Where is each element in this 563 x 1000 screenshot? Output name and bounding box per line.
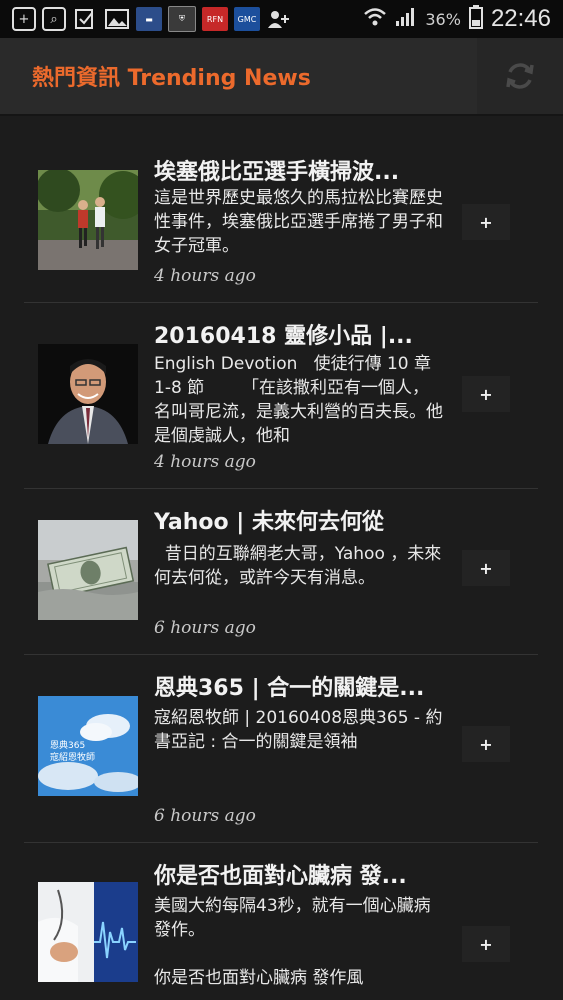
news-card[interactable]: 20160418 靈修小品 |... English Devotion 使徒行傳… xyxy=(24,304,538,489)
news-card[interactable]: 埃塞俄比亞選手橫掃波... 這是世界歷史最悠久的馬拉松比賽歷史性事件，埃塞俄比亞… xyxy=(24,140,538,303)
article-thumbnail[interactable] xyxy=(38,520,138,620)
article-thumbnail[interactable] xyxy=(38,170,138,270)
news-card[interactable]: 恩典365 寇紹恩牧師 恩典365 | 合一的關鍵是... 寇紹恩牧師 | 20… xyxy=(24,656,538,843)
article-description: 這是世界歷史最悠久的馬拉松比賽歷史性事件，埃塞俄比亞選手席捲了男子和女子冠軍。 xyxy=(154,188,443,256)
article-time: 4 hours ago xyxy=(154,452,256,472)
article-thumbnail[interactable]: 恩典365 寇紹恩牧師 xyxy=(38,696,138,796)
thumb-caption-1: 恩典365 xyxy=(50,739,85,751)
clock: 22:46 xyxy=(490,5,551,32)
news-feed[interactable]: 埃塞俄比亞選手橫掃波... 這是世界歷史最悠久的馬拉松比賽歷史性事件，埃塞俄比亞… xyxy=(0,116,563,1000)
article-time: 6 hours ago xyxy=(154,618,256,638)
article-time: 6 hours ago xyxy=(154,806,256,826)
refresh-icon xyxy=(506,63,534,89)
article-description: 昔日的互聯網老大哥，Yahoo ，未來何去何從，或許今天有消息。 xyxy=(154,544,442,588)
article-description: English Devotion 使徒行傳 10 章 1-8 節 「在該撒利亞有… xyxy=(154,354,443,446)
news-card[interactable]: 你是否也面對心臟病 發... 美國大約每隔43秒，就有一個心臟病發作。 你是否也… xyxy=(24,844,538,1000)
wifi-icon xyxy=(363,7,387,32)
signal-icon xyxy=(395,7,417,32)
add-button[interactable]: + xyxy=(462,726,510,762)
add-contact-icon xyxy=(266,6,292,32)
dollar-bill-image xyxy=(38,520,138,620)
gallery-icon xyxy=(104,6,130,32)
article-thumbnail[interactable] xyxy=(38,344,138,444)
add-button[interactable]: + xyxy=(462,204,510,240)
man-portrait-image xyxy=(38,344,138,444)
article-title[interactable]: 你是否也面對心臟病 發... xyxy=(154,858,444,890)
status-bar: + ⌕ ▬ ⛨ RFN GMC 36% 22:46 xyxy=(0,0,563,38)
add-button[interactable]: + xyxy=(462,550,510,586)
news-card[interactable]: Yahoo | 未來何去何從 昔日的互聯網老大哥，Yahoo ，未來何去何從，或… xyxy=(24,490,538,655)
runners-image xyxy=(38,170,138,270)
add-notification-icon: + xyxy=(12,7,36,31)
sky-image: 恩典365 寇紹恩牧師 xyxy=(38,696,138,796)
app-bar: 熱門資訊 Trending News xyxy=(0,38,563,116)
article-title[interactable]: Yahoo | 未來何去何從 xyxy=(154,504,444,536)
checklist-icon xyxy=(72,6,98,32)
doctor-heartbeat-image xyxy=(38,882,138,982)
refresh-button[interactable] xyxy=(477,38,563,114)
add-button[interactable]: + xyxy=(462,926,510,962)
article-description: 美國大約每隔43秒，就有一個心臟病發作。 你是否也面對心臟病 發作風 xyxy=(154,896,431,988)
battery-percent: 36% xyxy=(425,9,461,29)
article-description: 寇紹恩牧師 | 20160408恩典365 - 約書亞記 : 合一的關鍵是領袖 xyxy=(154,708,443,752)
article-title[interactable]: 恩典365 | 合一的關鍵是... xyxy=(154,670,444,702)
article-title[interactable]: 20160418 靈修小品 |... xyxy=(154,318,444,350)
article-thumbnail[interactable] xyxy=(38,882,138,982)
thumb-caption-2: 寇紹恩牧師 xyxy=(50,751,95,763)
add-button[interactable]: + xyxy=(462,376,510,412)
shield-app-icon: ⛨ xyxy=(168,6,196,32)
battery-icon xyxy=(468,4,483,34)
search-app-icon: ⌕ xyxy=(42,7,66,31)
article-title[interactable]: 埃塞俄比亞選手橫掃波... xyxy=(154,154,444,186)
news-app-icon: ▬ xyxy=(136,7,162,31)
rfn-app-icon: RFN xyxy=(202,7,228,31)
gmc-app-icon: GMC xyxy=(234,7,260,31)
article-time: 4 hours ago xyxy=(154,266,256,286)
app-title: 熱門資訊 Trending News xyxy=(32,66,311,91)
